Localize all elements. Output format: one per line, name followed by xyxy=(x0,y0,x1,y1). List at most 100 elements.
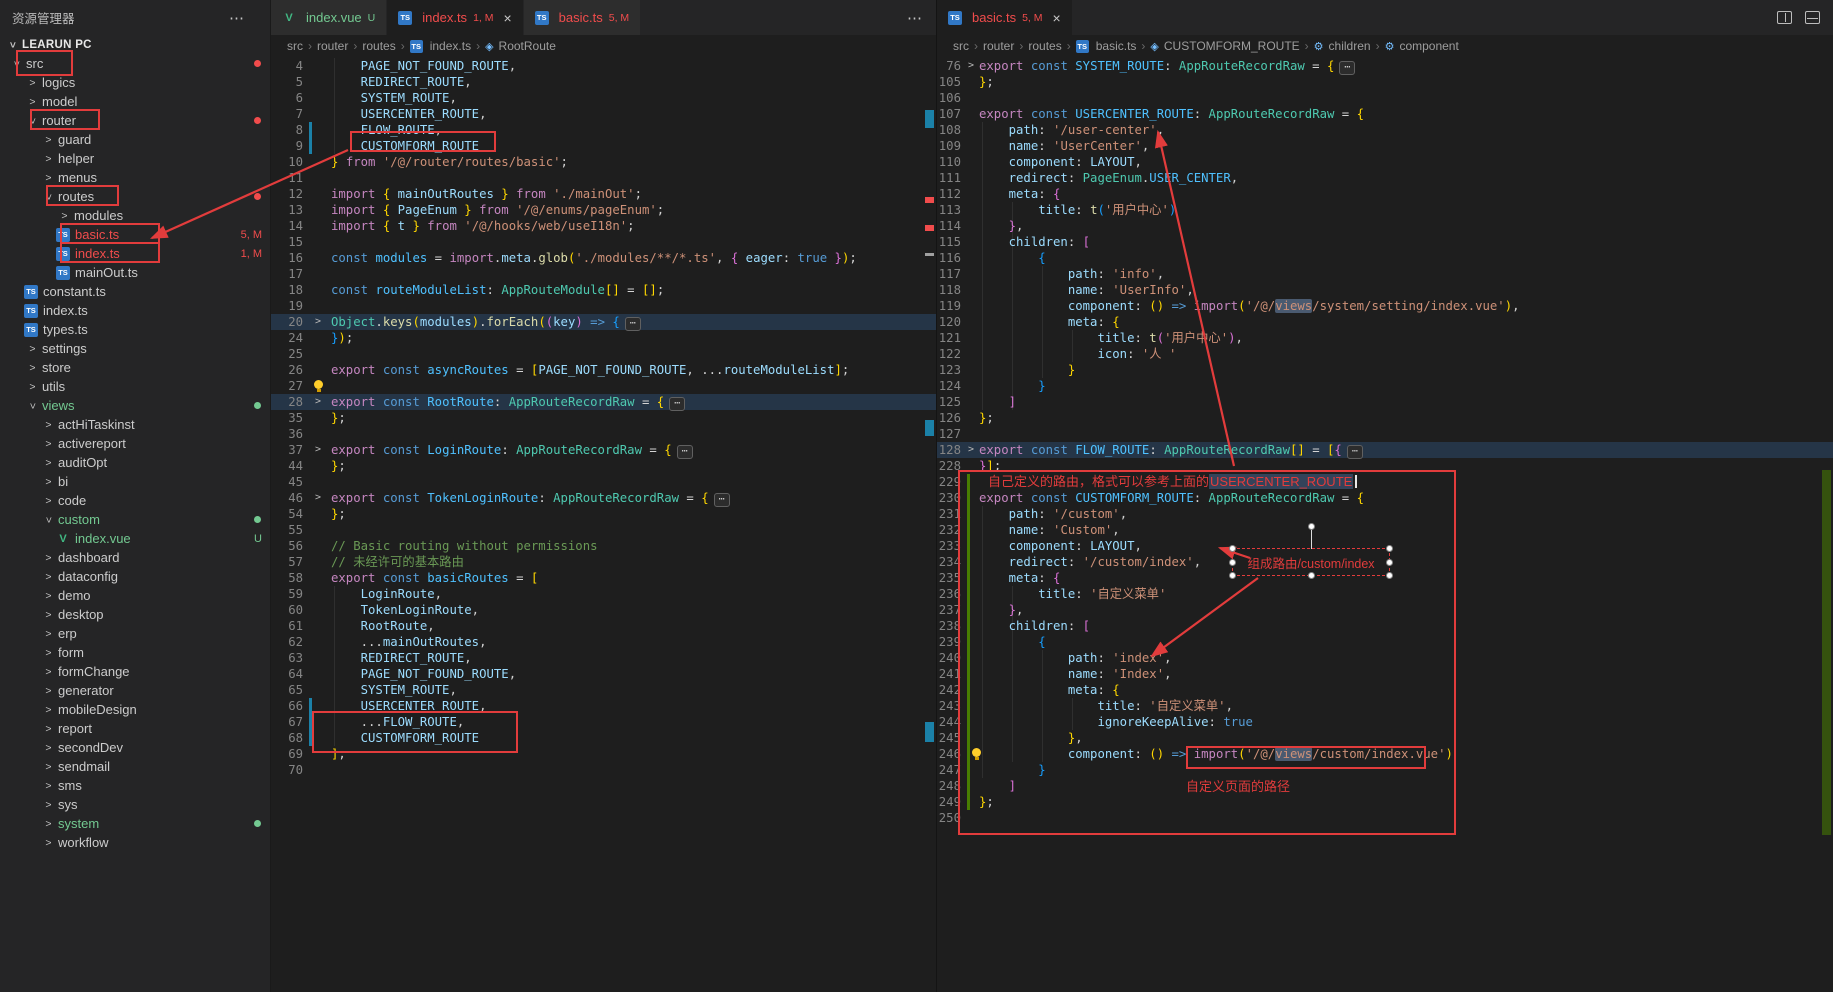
fold-chevron-icon[interactable]: > xyxy=(315,490,321,506)
breadcrumb-item-routes[interactable]: routes xyxy=(1028,39,1061,53)
breadcrumb-item-index.ts[interactable]: index.ts xyxy=(430,39,471,53)
tree-item-sendmail[interactable]: >sendmail xyxy=(0,757,270,776)
code-line-125[interactable]: 125 ] xyxy=(937,394,1833,410)
tree-item-index.ts[interactable]: TSindex.ts1, M xyxy=(0,244,270,263)
code-line-61[interactable]: 61 RootRoute, xyxy=(271,618,936,634)
code-line-14[interactable]: 14import { t } from '/@/hooks/web/useI18… xyxy=(271,218,936,234)
code-line-56[interactable]: 56// Basic routing without permissions xyxy=(271,538,936,554)
code-line-240[interactable]: 240 path: 'index', xyxy=(937,650,1833,666)
code-line-28[interactable]: 28>export const RootRoute: AppRouteRecor… xyxy=(271,394,936,410)
tree-item-model[interactable]: >model xyxy=(0,92,270,111)
code-line-236[interactable]: 236 title: '自定义菜单' xyxy=(937,586,1833,602)
code-line-35[interactable]: 35}; xyxy=(271,410,936,426)
code-line-247[interactable]: 247 } xyxy=(937,762,1833,778)
tree-item-router[interactable]: >router xyxy=(0,111,270,130)
tree-item-mobileDesign[interactable]: >mobileDesign xyxy=(0,700,270,719)
code-line-237[interactable]: 237 }, xyxy=(937,602,1833,618)
tab-index.ts[interactable]: TSindex.ts1, M× xyxy=(387,0,523,35)
code-line-24[interactable]: 24}); xyxy=(271,330,936,346)
code-line-120[interactable]: 120 meta: { xyxy=(937,314,1833,330)
code-line-116[interactable]: 116 { xyxy=(937,250,1833,266)
code-line-248[interactable]: 248 ] xyxy=(937,778,1833,794)
tree-item-secondDev[interactable]: >secondDev xyxy=(0,738,270,757)
tree-item-sys[interactable]: >sys xyxy=(0,795,270,814)
code-line-4[interactable]: 4 PAGE_NOT_FOUND_ROUTE, xyxy=(271,58,936,74)
code-line-105[interactable]: 105}; xyxy=(937,74,1833,90)
tree-item-constant.ts[interactable]: TSconstant.ts xyxy=(0,282,270,301)
code-line-58[interactable]: 58export const basicRoutes = [ xyxy=(271,570,936,586)
code-line-241[interactable]: 241 name: 'Index', xyxy=(937,666,1833,682)
code-line-20[interactable]: 20>Object.keys(modules).forEach((key) =>… xyxy=(271,314,936,330)
tree-item-basic.ts[interactable]: TSbasic.ts5, M xyxy=(0,225,270,244)
editor-layout-icon[interactable] xyxy=(1805,11,1820,24)
code-line-37[interactable]: 37>export const LoginRoute: AppRouteReco… xyxy=(271,442,936,458)
tree-item-dashboard[interactable]: >dashboard xyxy=(0,548,270,567)
overview-ruler[interactable] xyxy=(1819,0,1833,992)
code-line-60[interactable]: 60 TokenLoginRoute, xyxy=(271,602,936,618)
code-line-231[interactable]: 231 path: '/custom', xyxy=(937,506,1833,522)
lightbulb-icon[interactable] xyxy=(314,380,323,389)
tree-item-types.ts[interactable]: TStypes.ts xyxy=(0,320,270,339)
code-line-106[interactable]: 106 xyxy=(937,90,1833,106)
code-line-228[interactable]: 228}]; xyxy=(937,458,1833,474)
code-line-112[interactable]: 112 meta: { xyxy=(937,186,1833,202)
code-line-17[interactable]: 17 xyxy=(271,266,936,282)
code-line-123[interactable]: 123 } xyxy=(937,362,1833,378)
code-line-76[interactable]: 76>export const SYSTEM_ROUTE: AppRouteRe… xyxy=(937,58,1833,74)
tree-item-formChange[interactable]: >formChange xyxy=(0,662,270,681)
breadcrumb-item-basic.ts[interactable]: basic.ts xyxy=(1096,39,1137,53)
fold-chevron-icon[interactable]: > xyxy=(968,442,974,458)
code-line-55[interactable]: 55 xyxy=(271,522,936,538)
code-line-26[interactable]: 26export const asyncRoutes = [PAGE_NOT_F… xyxy=(271,362,936,378)
more-actions-icon[interactable]: ⋯ xyxy=(229,9,244,27)
code-line-119[interactable]: 119 component: () => import('/@/views/sy… xyxy=(937,298,1833,314)
code-line-19[interactable]: 19 xyxy=(271,298,936,314)
code-line-239[interactable]: 239 { xyxy=(937,634,1833,650)
code-line-230[interactable]: 230export const CUSTOMFORM_ROUTE: AppRou… xyxy=(937,490,1833,506)
fold-chevron-icon[interactable]: > xyxy=(315,394,321,410)
code-editor[interactable]: 4 PAGE_NOT_FOUND_ROUTE,5 REDIRECT_ROUTE,… xyxy=(271,58,936,992)
code-line-114[interactable]: 114 }, xyxy=(937,218,1833,234)
code-line-6[interactable]: 6 SYSTEM_ROUTE, xyxy=(271,90,936,106)
code-line-126[interactable]: 126}; xyxy=(937,410,1833,426)
code-line-109[interactable]: 109 name: 'UserCenter', xyxy=(937,138,1833,154)
tree-item-activereport[interactable]: >activereport xyxy=(0,434,270,453)
code-line-66[interactable]: 66 USERCENTER_ROUTE, xyxy=(271,698,936,714)
tree-item-src[interactable]: >src xyxy=(0,54,270,73)
code-line-110[interactable]: 110 component: LAYOUT, xyxy=(937,154,1833,170)
code-line-234[interactable]: 234 redirect: '/custom/index', xyxy=(937,554,1833,570)
code-line-245[interactable]: 245 }, xyxy=(937,730,1833,746)
code-line-229[interactable]: 229 xyxy=(937,474,1833,490)
tree-item-store[interactable]: >store xyxy=(0,358,270,377)
breadcrumb-item-RootRoute[interactable]: RootRoute xyxy=(499,39,556,53)
code-line-107[interactable]: 107export const USERCENTER_ROUTE: AppRou… xyxy=(937,106,1833,122)
code-line-67[interactable]: 67 ...FLOW_ROUTE, xyxy=(271,714,936,730)
close-icon[interactable]: × xyxy=(1053,10,1061,26)
code-line-59[interactable]: 59 LoginRoute, xyxy=(271,586,936,602)
tree-item-routes[interactable]: >routes xyxy=(0,187,270,206)
tree-item-index.ts[interactable]: TSindex.ts xyxy=(0,301,270,320)
lightbulb-icon[interactable] xyxy=(972,748,981,757)
tree-item-sms[interactable]: >sms xyxy=(0,776,270,795)
code-line-5[interactable]: 5 REDIRECT_ROUTE, xyxy=(271,74,936,90)
tree-item-form[interactable]: >form xyxy=(0,643,270,662)
code-line-12[interactable]: 12import { mainOutRoutes } from './mainO… xyxy=(271,186,936,202)
code-line-246[interactable]: 246 component: () => import('/@/views/cu… xyxy=(937,746,1833,762)
more-actions-icon[interactable]: ⋯ xyxy=(907,9,922,27)
tree-item-settings[interactable]: >settings xyxy=(0,339,270,358)
code-line-54[interactable]: 54}; xyxy=(271,506,936,522)
tab-basic.ts[interactable]: TSbasic.ts5, M× xyxy=(937,0,1073,35)
code-line-63[interactable]: 63 REDIRECT_ROUTE, xyxy=(271,650,936,666)
tree-item-generator[interactable]: >generator xyxy=(0,681,270,700)
tree-item-guard[interactable]: >guard xyxy=(0,130,270,149)
code-line-44[interactable]: 44}; xyxy=(271,458,936,474)
code-line-65[interactable]: 65 SYSTEM_ROUTE, xyxy=(271,682,936,698)
tree-item-custom[interactable]: >custom xyxy=(0,510,270,529)
code-line-232[interactable]: 232 name: 'Custom', xyxy=(937,522,1833,538)
code-line-11[interactable]: 11 xyxy=(271,170,936,186)
breadcrumb-item-children[interactable]: children xyxy=(1329,39,1371,53)
code-line-127[interactable]: 127 xyxy=(937,426,1833,442)
tree-item-mainOut.ts[interactable]: TSmainOut.ts xyxy=(0,263,270,282)
code-line-46[interactable]: 46>export const TokenLoginRoute: AppRout… xyxy=(271,490,936,506)
tree-item-index.vue[interactable]: Vindex.vueU xyxy=(0,529,270,548)
